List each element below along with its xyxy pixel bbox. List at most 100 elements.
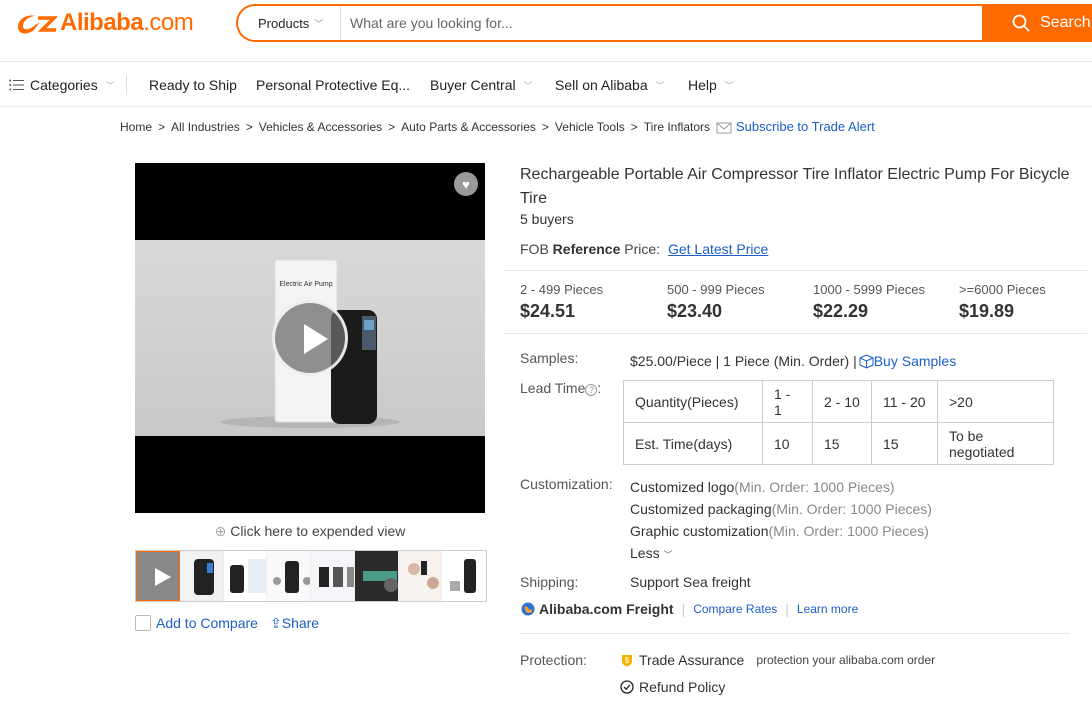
table-cell: 11 - 20 — [871, 380, 938, 423]
buy-samples-link[interactable]: Buy Samples — [859, 353, 956, 369]
breadcrumb-item[interactable]: Auto Parts & Accessories — [401, 120, 536, 134]
breadcrumb-item[interactable]: Home — [120, 120, 152, 134]
nav-ppe[interactable]: Personal Protective Eq... — [256, 77, 410, 93]
search-bar: Products ﹀ Search — [236, 4, 1092, 42]
refund-policy[interactable]: Refund Policy — [620, 679, 725, 695]
breadcrumb-item[interactable]: All Industries — [171, 120, 240, 134]
thumbnail-image[interactable] — [223, 551, 268, 601]
learn-more-link[interactable]: Learn more — [797, 602, 858, 616]
globe-icon — [521, 602, 535, 616]
lead-time-colon: : — [597, 380, 602, 396]
nav-buyer-central-label: Buyer Central — [430, 77, 516, 93]
alibaba-logo-icon — [14, 10, 60, 36]
chevron-down-icon: ﹀ — [655, 80, 665, 91]
customization-moq: (Min. Order: 1000 Pieces) — [771, 501, 932, 517]
search-input[interactable] — [342, 6, 982, 40]
customization-moq: (Min. Order: 1000 Pieces) — [768, 523, 929, 539]
play-icon — [155, 568, 171, 586]
thumbnail-video[interactable] — [136, 551, 180, 601]
breadcrumb-item[interactable]: Vehicles & Accessories — [259, 120, 382, 134]
thumbnail-image[interactable] — [442, 551, 486, 601]
chevron-down-icon: ﹀ — [523, 80, 533, 91]
thumbnail-image-graphic — [450, 559, 477, 593]
chevron-down-icon: ﹀ — [314, 18, 324, 29]
shipping-value: Support Sea freight — [630, 574, 751, 590]
nav-sell-on-alibaba[interactable]: Sell on Alibaba ﹀ — [555, 77, 665, 93]
search-button-label: Search — [1040, 14, 1091, 31]
trade-assurance-subtext: protection your alibaba.com order — [756, 653, 936, 667]
product-title: Rechargeable Portable Air Compressor Tir… — [520, 166, 1070, 207]
chevron-down-icon: ﹀ — [724, 80, 734, 91]
nav-categories[interactable]: Categories ﹀ — [9, 77, 115, 93]
samples-label: Samples: — [520, 350, 579, 366]
trade-assurance[interactable]: $ Trade Assurance protection your alibab… — [620, 652, 935, 668]
search-button[interactable]: Search — [982, 4, 1092, 42]
compare-rates-link[interactable]: Compare Rates — [693, 602, 777, 616]
thumbnail-image[interactable] — [267, 551, 312, 601]
breadcrumb-item[interactable]: Tire Inflators — [644, 120, 710, 134]
thumbnail-image[interactable] — [354, 551, 399, 601]
add-to-compare-label: Add to Compare — [156, 615, 258, 631]
table-cell: Quantity(Pieces) — [623, 380, 763, 423]
expand-view-label: Click here to expended view — [230, 523, 406, 539]
breadcrumb-item[interactable]: Vehicle Tools — [555, 120, 625, 134]
subscribe-trade-alert-link[interactable]: Subscribe to Trade Alert — [716, 119, 875, 134]
logo-text: Alibaba.com — [60, 9, 194, 37]
share-button[interactable]: ⇪Share — [270, 615, 319, 632]
breadcrumb-separator: > — [541, 119, 549, 134]
thumbnail-image-graphic — [273, 561, 311, 593]
heart-icon: ♥ — [462, 176, 470, 192]
price-tier: 2 - 499 Pieces $24.51 — [520, 282, 603, 322]
add-to-compare[interactable]: Add to Compare — [135, 615, 258, 631]
nav-buyer-central[interactable]: Buyer Central ﹀ — [430, 77, 533, 93]
menu-icon — [9, 79, 24, 91]
refund-policy-label: Refund Policy — [639, 679, 726, 695]
samples-info: $25.00/Piece | 1 Piece (Min. Order) | Bu… — [630, 353, 956, 369]
subscribe-trade-alert-label: Subscribe to Trade Alert — [736, 119, 875, 134]
table-cell: 2 - 10 — [812, 380, 872, 423]
thumbnail-strip — [135, 550, 487, 602]
nav-help[interactable]: Help ﹀ — [688, 77, 734, 93]
play-video-button[interactable] — [272, 300, 348, 376]
tier-quantity: 2 - 499 Pieces — [520, 282, 604, 297]
customization-name: Customized packaging — [630, 501, 772, 517]
expand-view-link[interactable]: ⊕ Click here to expended view — [135, 523, 485, 540]
cube-icon — [859, 353, 874, 369]
zoom-in-icon: ⊕ — [214, 523, 227, 539]
search-category-label: Products — [258, 15, 310, 31]
thumbnail-image-graphic — [193, 559, 214, 595]
nav-help-label: Help — [688, 77, 717, 93]
thumbnail-image[interactable] — [398, 551, 443, 601]
fob-suffix: Price: — [624, 241, 661, 257]
tier-quantity: 1000 - 5999 Pieces — [813, 282, 926, 297]
thumbnail-image[interactable] — [179, 551, 224, 601]
alibaba-logo[interactable]: Alibaba.com — [14, 9, 194, 37]
tier-price: $24.51 — [520, 301, 576, 321]
thumbnail-image[interactable] — [311, 551, 355, 601]
tier-quantity: >=6000 Pieces — [959, 282, 1046, 297]
lead-time-table: Quantity(Pieces) 1 - 1 2 - 10 11 - 20 >2… — [623, 380, 1054, 465]
main-nav: Categories ﹀ Ready to Ship Personal Prot… — [0, 63, 1092, 107]
breadcrumb-separator: > — [245, 119, 253, 134]
tier-price: $19.89 — [959, 301, 1015, 321]
shipping-label: Shipping: — [520, 574, 579, 590]
get-latest-price-link[interactable]: Get Latest Price — [668, 241, 768, 257]
favorite-heart-button[interactable]: ♥ — [454, 172, 478, 196]
list-item: Customized packaging(Min. Order: 1000 Pi… — [630, 498, 932, 520]
price-tier: 500 - 999 Pieces $23.40 — [667, 282, 765, 322]
price-tier: 1000 - 5999 Pieces $22.29 — [813, 282, 925, 322]
section-divider — [520, 633, 1070, 634]
share-icon: ⇪ — [270, 615, 282, 631]
search-category-select[interactable]: Products ﹀ — [238, 6, 341, 40]
chevron-down-icon: ﹀ — [105, 80, 115, 91]
nav-ready-to-ship[interactable]: Ready to Ship — [149, 77, 237, 93]
table-cell: >20 — [937, 380, 1054, 423]
price-tier: >=6000 Pieces $19.89 — [959, 282, 1046, 322]
compare-checkbox[interactable] — [135, 615, 151, 631]
list-item: Graphic customization(Min. Order: 1000 P… — [630, 520, 932, 542]
check-circle-icon — [620, 680, 634, 694]
less-toggle[interactable]: Less ﹀ — [630, 542, 932, 566]
thumbnail-image-graphic — [407, 561, 439, 589]
question-icon[interactable]: ? — [585, 384, 598, 396]
share-label: Share — [281, 615, 320, 631]
